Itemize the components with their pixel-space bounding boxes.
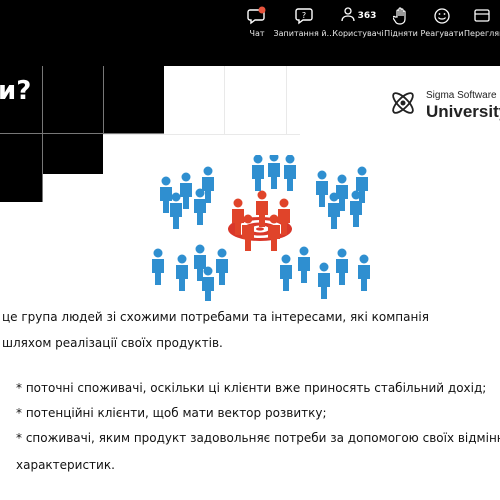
logo-small-text: Sigma Software [426,89,497,101]
view-icon [473,5,491,27]
grid-line [42,66,43,202]
bullet-item: * споживачі, яким продукт задовольняє по… [16,431,500,445]
raise-hand-button[interactable]: Підняти [384,0,418,42]
question-icon: ? [294,5,314,27]
sigma-logo: Sigma Software University [388,88,500,122]
smile-icon [433,5,451,27]
definition-line-2: шляхом реалізації своїх продуктів. [2,336,223,350]
qa-label: Запитання й… [273,29,335,38]
decor-block [0,134,43,202]
chat-icon [247,5,267,27]
participant-count: 363 [357,11,377,21]
people-icon [340,6,356,26]
decor-block [43,134,103,174]
chat-button[interactable]: Чат [243,0,271,42]
meeting-toolbar: Чат ? Запитання й… 363 Користувачі Підня… [0,0,500,42]
qa-button[interactable]: ? Запитання й… [273,0,335,42]
target-group [232,190,290,251]
react-label: Реагувати [420,29,464,38]
svg-text:?: ? [302,11,306,20]
participants-label: Користувачі [332,29,384,38]
view-label: Перегляну [464,29,500,38]
raise-hand-label: Підняти [384,29,418,38]
grid-line [224,66,225,134]
participants-button[interactable]: 363 Користувачі [332,0,384,42]
slide-title: и? [0,76,32,106]
chat-label: Чат [249,29,265,38]
presentation-slide: и? Sigma Software University це група лю… [0,66,500,500]
bullet-item: * потенційні клієнти, щоб мати вектор ро… [16,406,327,420]
grid-line [286,66,287,134]
bullet-item: * поточні споживачі, оскільки ці клієнти… [16,381,487,395]
atom-logo-icon [388,88,418,122]
bullet-item-continuation: характеристик. [16,458,115,472]
target-audience-illustration [128,152,393,303]
view-button[interactable]: Перегляну [464,0,500,42]
grid-line [0,133,164,134]
grid-line [103,66,104,134]
raise-hand-icon [393,5,409,27]
participants-icon-group: 363 [340,5,377,27]
logo-big-text: University [426,101,500,121]
definition-line-1: це група людей зі схожими потребами та і… [2,310,429,324]
react-button[interactable]: Реагувати [420,0,464,42]
